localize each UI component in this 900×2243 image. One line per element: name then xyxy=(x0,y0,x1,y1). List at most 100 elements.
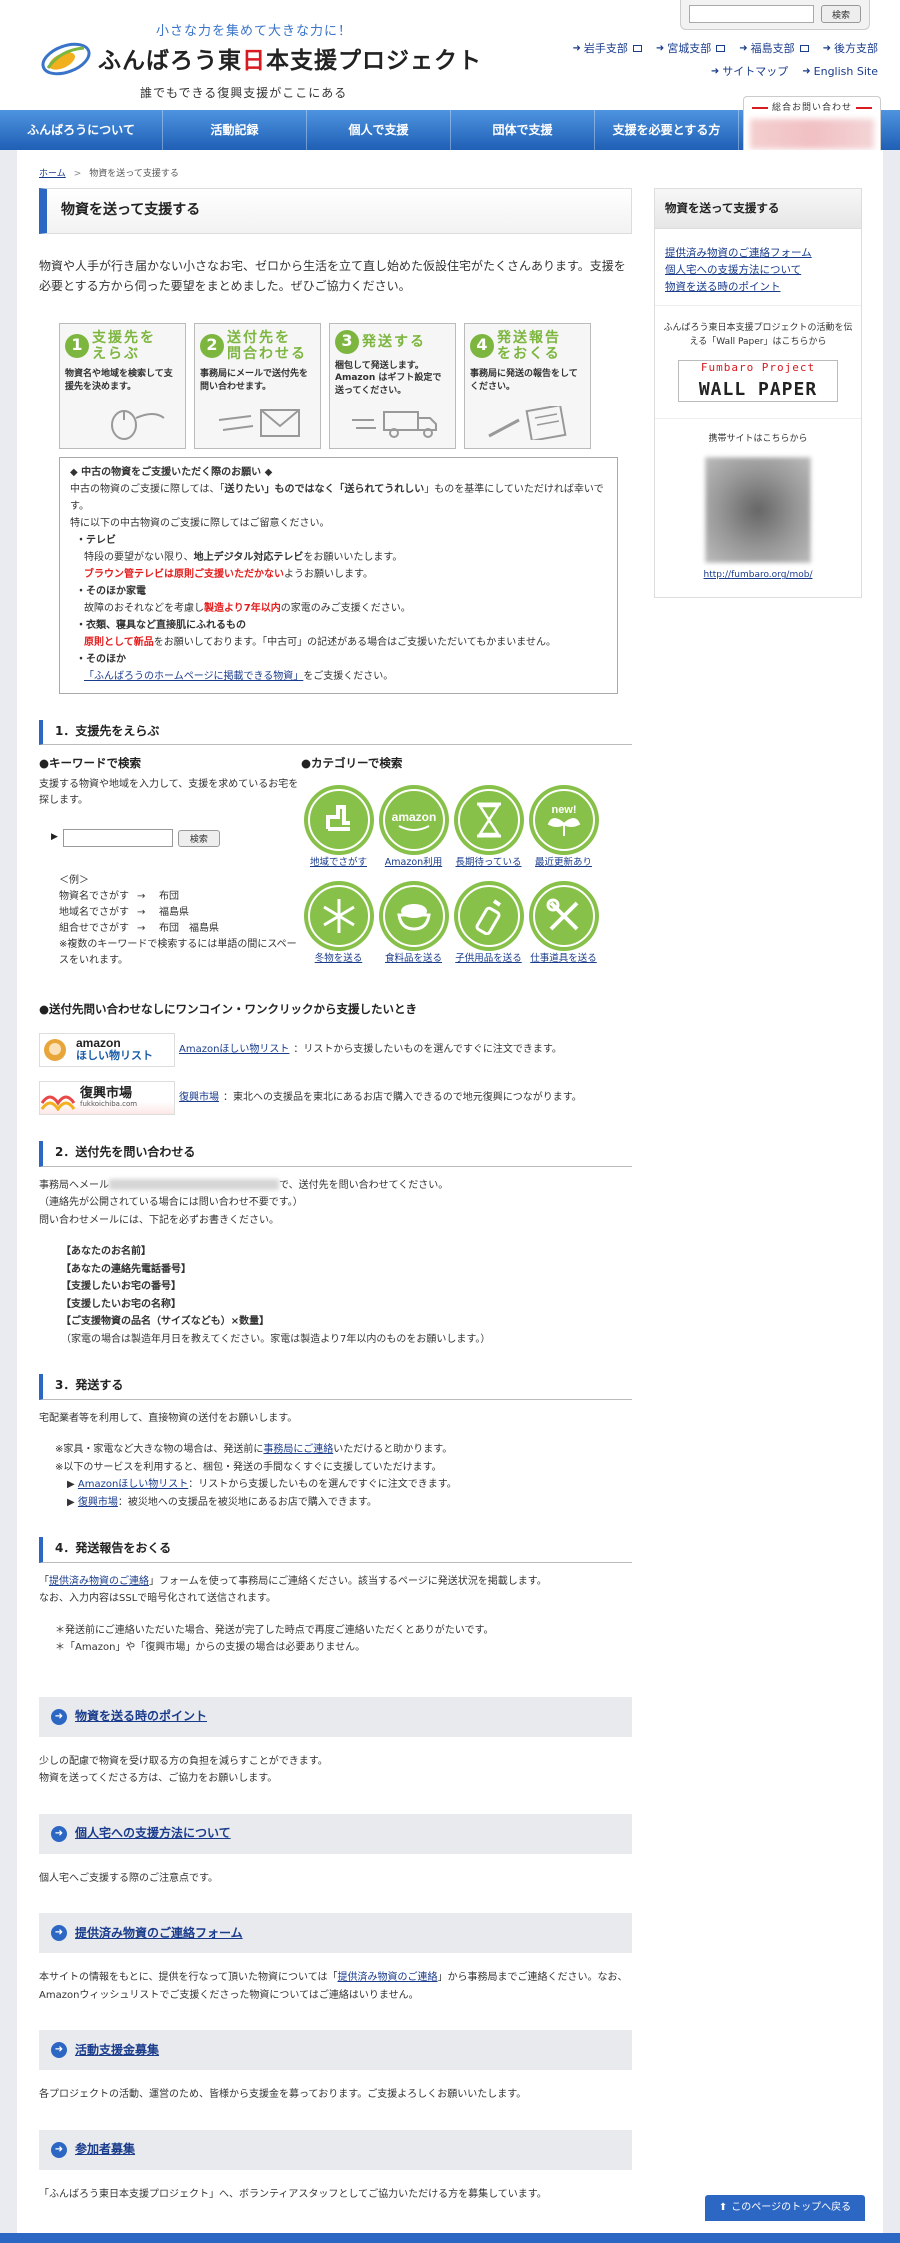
notice-link[interactable]: 「ふんばろうのホームページに掲載できる物資」 xyxy=(84,671,303,682)
bar-link[interactable]: 参加者募集 xyxy=(75,2140,135,2159)
mouse-icon xyxy=(111,409,165,440)
nav-individual[interactable]: 個人で支援 xyxy=(307,110,451,150)
bar-link[interactable]: 個人宅への支援方法について xyxy=(75,1824,231,1843)
step-number: 2 xyxy=(200,333,224,358)
sec3-note: ※以下のサービスを利用すると、梱包・発送の手間なくすぐに支援していただけます。 xyxy=(55,1461,442,1473)
notice-text: 故障のおそれなどを考慮し製造より7年以内の家電のみご支援ください。 xyxy=(70,600,607,617)
contact-tab[interactable]: 総合お問い合わせ xyxy=(743,96,881,152)
category-long-wait[interactable]: 長期待っている xyxy=(451,785,526,871)
step-title: 支援先を えらぶ xyxy=(92,329,156,362)
section-heading-4: 4．発送報告をおくる xyxy=(39,1537,632,1563)
back-to-top-button[interactable]: ⬆ このページのトップへ戻る xyxy=(705,2195,865,2222)
keyword-input[interactable] xyxy=(62,829,173,848)
category-region[interactable]: 地域でさがす xyxy=(301,785,376,871)
sec4-line: なお、入力内容はSSLで暗号化されて送信されます。 xyxy=(39,1593,276,1605)
report-form-link[interactable]: 提供済み物資のご連絡 xyxy=(49,1576,149,1587)
bar-individual[interactable]: ➜ 個人宅への支援方法について xyxy=(39,1813,632,1854)
category-winter[interactable]: 冬物を送る xyxy=(301,880,376,967)
logo-mark-icon[interactable] xyxy=(40,40,92,78)
logo-text-red: 日 xyxy=(242,48,266,74)
link-fukushima[interactable]: ➜ 福島支部 xyxy=(739,40,809,57)
link-miyagi[interactable]: ➜ 宮城支部 xyxy=(656,40,726,57)
bar-report-form[interactable]: ➜ 提供済み物資のご連絡フォーム xyxy=(39,1913,632,1954)
example-row: 地域名でさがす → 福島県 xyxy=(59,905,219,921)
amazon-wishlist-logo[interactable]: amazon ほしい物リスト xyxy=(39,1032,175,1067)
step-desc: 物資名や地域を検索して支援先を決めます。 xyxy=(65,368,173,392)
nav-activity[interactable]: 活動記録 xyxy=(163,110,307,150)
contact-office-link[interactable]: 事務局にご連絡 xyxy=(263,1444,333,1455)
new-window-icon xyxy=(632,45,642,53)
notice-text: 特に以下の中古物資のご支援に際してはご留意ください。 xyxy=(70,517,330,529)
required-item: 【支援したいお宅の番号】 xyxy=(61,1281,181,1293)
nav-need-support[interactable]: 支援を必要とする方 xyxy=(595,110,739,150)
report-form-link-2[interactable]: 提供済み物資のご連絡 xyxy=(338,1972,438,1983)
link-label: 宮城支部 xyxy=(667,42,712,55)
category-children[interactable]: 子供用品を送る xyxy=(451,880,526,967)
category-recent[interactable]: new! 最近更新あり xyxy=(526,785,601,871)
main-content: 物資を送って支援する 物資や人手が行き届かない小さなお宅、ゼロから生活を立て直し… xyxy=(39,187,632,2203)
nav-group[interactable]: 団体で支援 xyxy=(451,110,595,150)
example-value: 布団 福島県 xyxy=(159,923,219,935)
sec3-text-part: ：リストから支援したいものを選んですぐに注文できます。 xyxy=(188,1479,457,1491)
intro-text: 物資や人手が行き届かない小さなお宅、ゼロから生活を立て直し始めた仮設住宅がたくさ… xyxy=(39,258,626,294)
qr-code xyxy=(705,457,811,564)
amazon-wishlist-link[interactable]: Amazonほしい物リスト xyxy=(179,1042,289,1058)
category-label: 食料品を送る xyxy=(384,952,442,964)
wallpaper-banner[interactable]: Fumbaro Project WALL PAPER xyxy=(678,360,838,403)
bar-link[interactable]: 活動支援金募集 xyxy=(75,2041,159,2060)
logo-subtitle: 誰でもできる復興支援がここにある xyxy=(140,86,348,100)
sec2-text-part: 事務局へメール xyxy=(39,1179,109,1191)
amazon-icon: amazon xyxy=(378,785,449,856)
sidebar-link-report-form[interactable]: 提供済み物資のご連絡フォーム xyxy=(665,245,853,262)
category-tools[interactable]: 仕事道具を送る xyxy=(526,880,601,967)
sec2-text-part: で、送付先を問い合わせてください。 xyxy=(279,1179,449,1191)
link-iwate[interactable]: ➜ 岩手支部 xyxy=(572,40,642,57)
notice-item-head: ・テレビ xyxy=(76,534,116,546)
header-search-input[interactable] xyxy=(689,5,814,23)
notice-item-head: ・そのほか xyxy=(76,653,126,665)
link-english[interactable]: ➜ English Site xyxy=(802,63,878,80)
notice-text-part: をお願いいたします。 xyxy=(303,551,403,563)
example-value: 布団 xyxy=(159,891,179,903)
amazon-wishlist-link-2[interactable]: Amazonほしい物リスト xyxy=(78,1479,188,1490)
sec2-note: （家電の場合は製造年月日を教えてください。家電は製造より7年以内のものをお願いし… xyxy=(61,1333,491,1345)
used-goods-notice: ◆ 中古の物資をご支援いただく際のお願い ◆ 中古の物資のご支援に際しては、「送… xyxy=(59,456,618,694)
logo-tagline: 小さな力を集めて大きな力に！ xyxy=(156,24,353,39)
bar-link[interactable]: 物資を送る時のポイント xyxy=(75,1707,207,1726)
oneclick-title: ●送付先問い合わせなしにワンコイン・ワンクリックから支援したいとき xyxy=(39,1002,418,1017)
fukko-ichiba-link[interactable]: 復興市場 xyxy=(179,1090,219,1106)
keyword-search-button[interactable]: 検索 xyxy=(177,829,220,847)
nav-about[interactable]: ふんばろうについて xyxy=(0,110,163,150)
sec2-line: 問い合わせメールには、下記を必ずお書きください。 xyxy=(39,1214,279,1226)
category-food[interactable]: 食料品を送る xyxy=(376,880,451,967)
sec3-text-part: ※家具・家電など大きな物の場合は、発送前に xyxy=(55,1444,264,1456)
fukko-logo-sub: fukkoichiba.com xyxy=(80,1100,138,1109)
sidebar-link-individual[interactable]: 個人宅への支援方法について xyxy=(665,262,853,279)
breadcrumb-home[interactable]: ホーム xyxy=(39,169,66,179)
link-label: 岩手支部 xyxy=(583,42,628,55)
example-type: 物資名でさがす xyxy=(59,891,129,903)
fukko-ichiba-logo[interactable]: 復興市場 fukkoichiba.com xyxy=(39,1080,175,1115)
header-search-button[interactable]: 検索 xyxy=(821,5,861,23)
link-label: サイトマップ xyxy=(722,65,789,79)
page-title: 物資を送って支援する xyxy=(39,187,632,234)
category-amazon[interactable]: amazon Amazon利用 xyxy=(376,785,451,871)
bar-donation[interactable]: ➜ 活動支援金募集 xyxy=(39,2030,632,2071)
link-sitemap[interactable]: ➜ サイトマップ xyxy=(711,63,788,80)
section-4-body: 「提供済み物資のご連絡」フォームを使って事務局にご連絡ください。該当するページに… xyxy=(39,1573,632,1657)
fukko-ichiba-link-2[interactable]: 復興市場 xyxy=(78,1497,118,1508)
step-title: 送付先を 問合わせる xyxy=(227,329,307,362)
sec4-text-part: 「 xyxy=(39,1575,49,1587)
site-logo[interactable]: ふんばろう東日本支援プロジェクト xyxy=(98,44,482,80)
bar-volunteer[interactable]: ➜ 参加者募集 xyxy=(39,2129,632,2170)
bar-link[interactable]: 提供済み物資のご連絡フォーム xyxy=(75,1924,243,1943)
link-support-branch[interactable]: ➜ 後方支部 xyxy=(823,40,878,57)
envelope-icon xyxy=(218,408,300,437)
sidebar-link-points[interactable]: 物資を送る時のポイント xyxy=(665,279,853,296)
arrow-right-icon: ➜ xyxy=(822,42,831,54)
sec2-line: 事務局へメール で、送付先を問い合わせてください。 xyxy=(39,1177,632,1195)
arrow-right-circle-icon: ➜ xyxy=(51,1925,67,1942)
mobile-url-link[interactable]: http://fumbaro.org/mob/ xyxy=(704,570,813,580)
bar-points[interactable]: ➜ 物資を送る時のポイント xyxy=(39,1696,632,1737)
arrow-right-icon: ➜ xyxy=(739,42,748,54)
